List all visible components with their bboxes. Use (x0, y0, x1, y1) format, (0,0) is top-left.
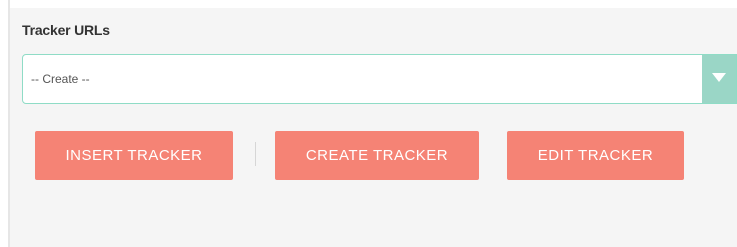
section-title: Tracker URLs (22, 22, 110, 38)
chevron-down-icon (712, 73, 726, 82)
tracker-url-select[interactable]: -- Create -- (22, 54, 737, 104)
edit-tracker-button[interactable]: EDIT TRACKER (507, 131, 684, 180)
create-tracker-button[interactable]: CREATE TRACKER (275, 131, 479, 180)
insert-tracker-button[interactable]: INSERT TRACKER (35, 131, 233, 180)
tracker-urls-panel (9, 8, 737, 247)
select-value: -- Create -- (31, 72, 90, 86)
panel-left-border (8, 0, 10, 247)
select-dropdown-toggle[interactable] (702, 55, 736, 103)
button-divider (255, 142, 256, 166)
